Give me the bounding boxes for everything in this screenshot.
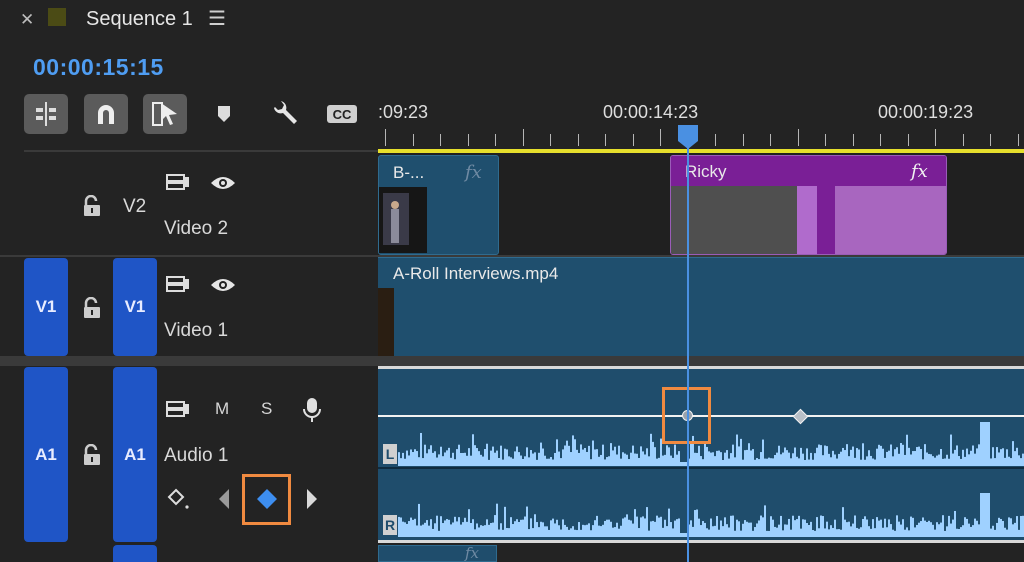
sync-lock-icon[interactable] [166,400,190,423]
b-roll-clip[interactable]: B-... fx [378,155,499,255]
ruler-tick [798,129,799,146]
ruler-tick [578,134,579,146]
track-target-a2[interactable] [113,545,157,562]
close-icon[interactable]: ✕ [20,10,34,30]
channel-label-right: R [383,515,397,535]
sync-lock-icon[interactable] [166,173,190,196]
ruler-tick [633,134,634,146]
fx-badge: fx [465,544,480,562]
lock-icon[interactable] [82,296,102,324]
sync-lock-icon[interactable] [166,275,190,298]
solo-button[interactable]: S [261,399,272,419]
ruler-tick [908,134,909,146]
track-name: Audio 1 [164,445,229,466]
ruler-tick [770,134,771,146]
ruler-tick [523,129,524,146]
ruler-tick [413,134,414,146]
lock-icon[interactable] [82,194,102,222]
playhead-line[interactable] [687,140,689,562]
ruler-tick [495,134,496,146]
video-audio-divider [0,356,1024,366]
clip-thumbnail [379,187,427,253]
track-name: Video 1 [164,320,229,341]
clip-label: Ricky [685,162,727,181]
ruler-tick [440,134,441,146]
track-target-v1[interactable]: V1 [113,258,157,356]
source-patch-a1[interactable]: A1 [24,367,68,542]
mute-button[interactable]: M [215,399,229,419]
ruler-tick [963,134,964,146]
add-keyframe-icon[interactable] [256,488,278,515]
track-target-a1[interactable]: A1 [113,367,157,542]
eye-icon[interactable] [209,174,237,197]
hamburger-menu-icon[interactable]: ☰ [208,6,226,31]
ruler-tick [715,134,716,146]
ruler-tick [880,134,881,146]
playhead-handle[interactable] [678,125,698,149]
lock-icon[interactable] [82,443,102,471]
timeline-settings-wrench-icon[interactable] [262,94,306,134]
a-roll-clip[interactable]: A-Roll Interviews.mp4 [378,257,1024,357]
ruler-tick [660,129,661,146]
microphone-icon[interactable] [302,397,322,428]
clip-label: B-... [393,163,425,182]
clip-label: A-Roll Interviews.mp4 [393,264,559,283]
fx-badge: fx [465,162,482,183]
snap-magnet-icon[interactable] [84,94,128,134]
ruler-label: 00:00:14:23 [603,102,699,122]
track-name: Video 2 [164,218,229,239]
sequence-color-swatch [48,8,66,26]
add-marker-icon[interactable] [202,94,246,134]
source-patch-v1[interactable]: V1 [24,258,68,356]
sequence-tab-title[interactable]: Sequence 1 [86,8,193,31]
track-target-label[interactable]: V2 [123,196,146,218]
ruler-tick [853,134,854,146]
ruler-tick [935,129,936,146]
ruler-tick [385,129,386,146]
ruler-label: 00:00:19:23 [878,102,974,122]
previous-keyframe-icon[interactable] [217,488,231,515]
insert-edit-icon[interactable] [24,94,68,134]
ricky-graphic-clip[interactable]: Ricky fx [670,155,947,255]
ruler-tick [550,134,551,146]
captions-label: CC [327,105,357,123]
ruler-tick [1018,134,1019,146]
audio-clip-partial[interactable]: fx [378,544,497,562]
linked-selection-icon[interactable] [143,94,187,134]
keyframe-mode-icon[interactable] [167,488,191,517]
ruler-tick [990,134,991,146]
fx-badge: fx [911,161,928,182]
ruler-label: :09:23 [378,102,429,122]
captions-cc-icon[interactable]: CC [320,94,364,134]
clip-thumbnail [378,288,394,356]
channel-label-left: L [383,444,397,464]
ruler-tick [605,134,606,146]
ruler-tick [743,134,744,146]
header-divider [24,150,378,152]
playhead-timecode[interactable]: 00:00:15:15 [33,54,164,81]
next-keyframe-icon[interactable] [305,488,319,515]
eye-icon[interactable] [209,276,237,299]
ruler-tick [468,134,469,146]
ruler-tick [825,134,826,146]
